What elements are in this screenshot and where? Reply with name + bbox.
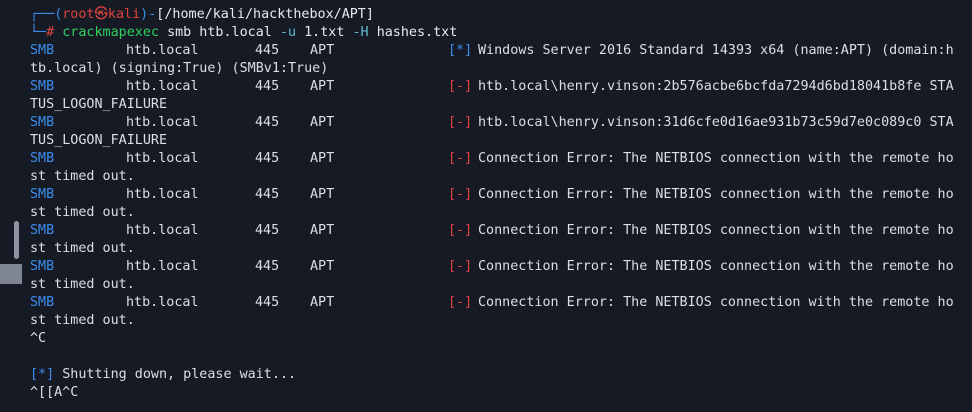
result-row: SMB htb.local 445 APT [-] Connection Error: T… — [30, 258, 972, 276]
command-args: smb htb.local — [167, 25, 272, 40]
wrapped-continuation: st timed out. — [30, 313, 135, 328]
status-tag: [-] — [448, 259, 473, 274]
result-row: SMB htb.local 445 APT [-] Connection Error: T… — [30, 186, 972, 204]
status-tag: [-] — [448, 115, 473, 130]
prompt-host: kali — [107, 7, 141, 22]
result-row: SMB htb.local 445 APT [-] Connection Error: T… — [30, 222, 972, 240]
scrollbar-thumb[interactable] — [14, 221, 19, 259]
result-message: htb.local\henry.vinson:2b576acbe6bcfda72… — [478, 79, 954, 94]
status-tag: [-] — [448, 223, 473, 238]
protocol-cell: SMB — [30, 115, 55, 130]
name-cell: APT — [310, 79, 335, 94]
protocol-cell: SMB — [30, 295, 55, 310]
host-cell: htb.local — [126, 223, 199, 238]
port-cell: 445 — [255, 79, 280, 94]
port-cell: 445 — [255, 151, 280, 166]
host-cell: htb.local — [126, 43, 199, 58]
command-file-u: 1.txt — [304, 25, 345, 40]
result-message: Windows Server 2016 Standard 14393 x64 (… — [478, 43, 954, 58]
prompt-frame-bottom: └─ — [30, 25, 47, 40]
name-cell: APT — [310, 259, 335, 274]
result-row: SMB htb.local 445 APT [-] htb.local\henry.vin… — [30, 114, 972, 132]
prompt-user: root — [62, 7, 95, 22]
wrapped-continuation: st timed out. — [30, 169, 135, 184]
port-cell: 445 — [255, 43, 280, 58]
wrapped-continuation: TUS_LOGON_FAILURE — [30, 133, 168, 148]
result-row: SMB htb.local 445 APT [-] Connection Error: T… — [30, 150, 972, 168]
scroll-gutter — [0, 0, 22, 412]
result-message: Connection Error: The NETBIOS connection… — [478, 259, 954, 274]
status-tag: [-] — [448, 187, 473, 202]
protocol-cell: SMB — [30, 259, 55, 274]
wrapped-continuation: st timed out. — [30, 241, 135, 256]
protocol-cell: SMB — [30, 151, 55, 166]
result-message: Connection Error: The NETBIOS connection… — [478, 151, 954, 166]
shutdown-line: [*] Shutting down, please wait... — [30, 366, 296, 384]
wrapped-continuation: st timed out. — [30, 205, 135, 220]
protocol-cell: SMB — [30, 223, 55, 238]
terminal-window[interactable]: ┌──(root㉿kali)-[/home/kali/hackthebox/AP… — [0, 0, 972, 412]
prompt-line: ┌──(root㉿kali)-[/home/kali/hackthebox/AP… — [30, 6, 374, 24]
prompt-close-paren: ) — [140, 7, 149, 22]
status-tag: [*] — [448, 43, 473, 58]
prompt-hash: # — [46, 25, 55, 40]
last-input-line[interactable]: ^[[A^C — [30, 384, 78, 402]
port-cell: 445 — [255, 115, 280, 130]
info-tag: [*] — [30, 367, 55, 382]
status-tag: [-] — [448, 151, 473, 166]
result-message: htb.local\henry.vinson:31d6cfe0d16ae931b… — [478, 115, 954, 130]
host-cell: htb.local — [126, 187, 199, 202]
shutdown-message: Shutting down, please wait... — [62, 367, 297, 382]
name-cell: APT — [310, 187, 335, 202]
result-message: Connection Error: The NETBIOS connection… — [478, 295, 954, 310]
result-message: Connection Error: The NETBIOS connection… — [478, 223, 954, 238]
wrapped-continuation: st timed out. — [30, 277, 135, 292]
prompt-frame-top: ┌── — [30, 7, 55, 22]
name-cell: APT — [310, 115, 335, 130]
host-cell: htb.local — [126, 115, 199, 130]
port-cell: 445 — [255, 187, 280, 202]
port-cell: 445 — [255, 295, 280, 310]
protocol-cell: SMB — [30, 43, 55, 58]
ctrl-c-line: ^C — [30, 331, 47, 346]
status-tag: [-] — [448, 295, 473, 310]
command-file-h: hashes.txt — [376, 25, 458, 40]
host-cell: htb.local — [126, 259, 199, 274]
skull-icon: ㉿ — [94, 7, 108, 22]
wrapped-continuation: TUS_LOGON_FAILURE — [30, 97, 168, 112]
result-row: SMB htb.local 445 APT [*] Windows Server 2016… — [30, 42, 972, 60]
result-row: SMB htb.local 445 APT [-] htb.local\henry.vin… — [30, 78, 972, 96]
name-cell: APT — [310, 295, 335, 310]
name-cell: APT — [310, 151, 335, 166]
command-name: crackmapexec — [62, 25, 159, 40]
port-cell: 445 — [255, 223, 280, 238]
command-line: └─# crackmapexec smb htb.local -u 1.txt … — [30, 24, 457, 42]
protocol-cell: SMB — [30, 79, 55, 94]
wrapped-continuation: tb.local) (signing:True) (SMBv1:True) — [30, 61, 329, 76]
status-tag: [-] — [448, 79, 473, 94]
port-cell: 445 — [255, 259, 280, 274]
host-cell: htb.local — [126, 79, 199, 94]
name-cell: APT — [310, 223, 335, 238]
gutter-marker — [0, 264, 22, 284]
result-message: Connection Error: The NETBIOS connection… — [478, 187, 954, 202]
command-flag-u: -u — [279, 25, 297, 40]
terminal-output: ┌──(root㉿kali)-[/home/kali/hackthebox/AP… — [30, 0, 972, 412]
host-cell: htb.local — [126, 151, 199, 166]
protocol-cell: SMB — [30, 187, 55, 202]
command-flag-h: -H — [352, 25, 369, 40]
name-cell: APT — [310, 43, 335, 58]
result-row: SMB htb.local 445 APT [-] Connection Error: T… — [30, 294, 972, 312]
host-cell: htb.local — [126, 295, 199, 310]
prompt-path: [/home/kali/hackthebox/APT] — [156, 7, 374, 22]
